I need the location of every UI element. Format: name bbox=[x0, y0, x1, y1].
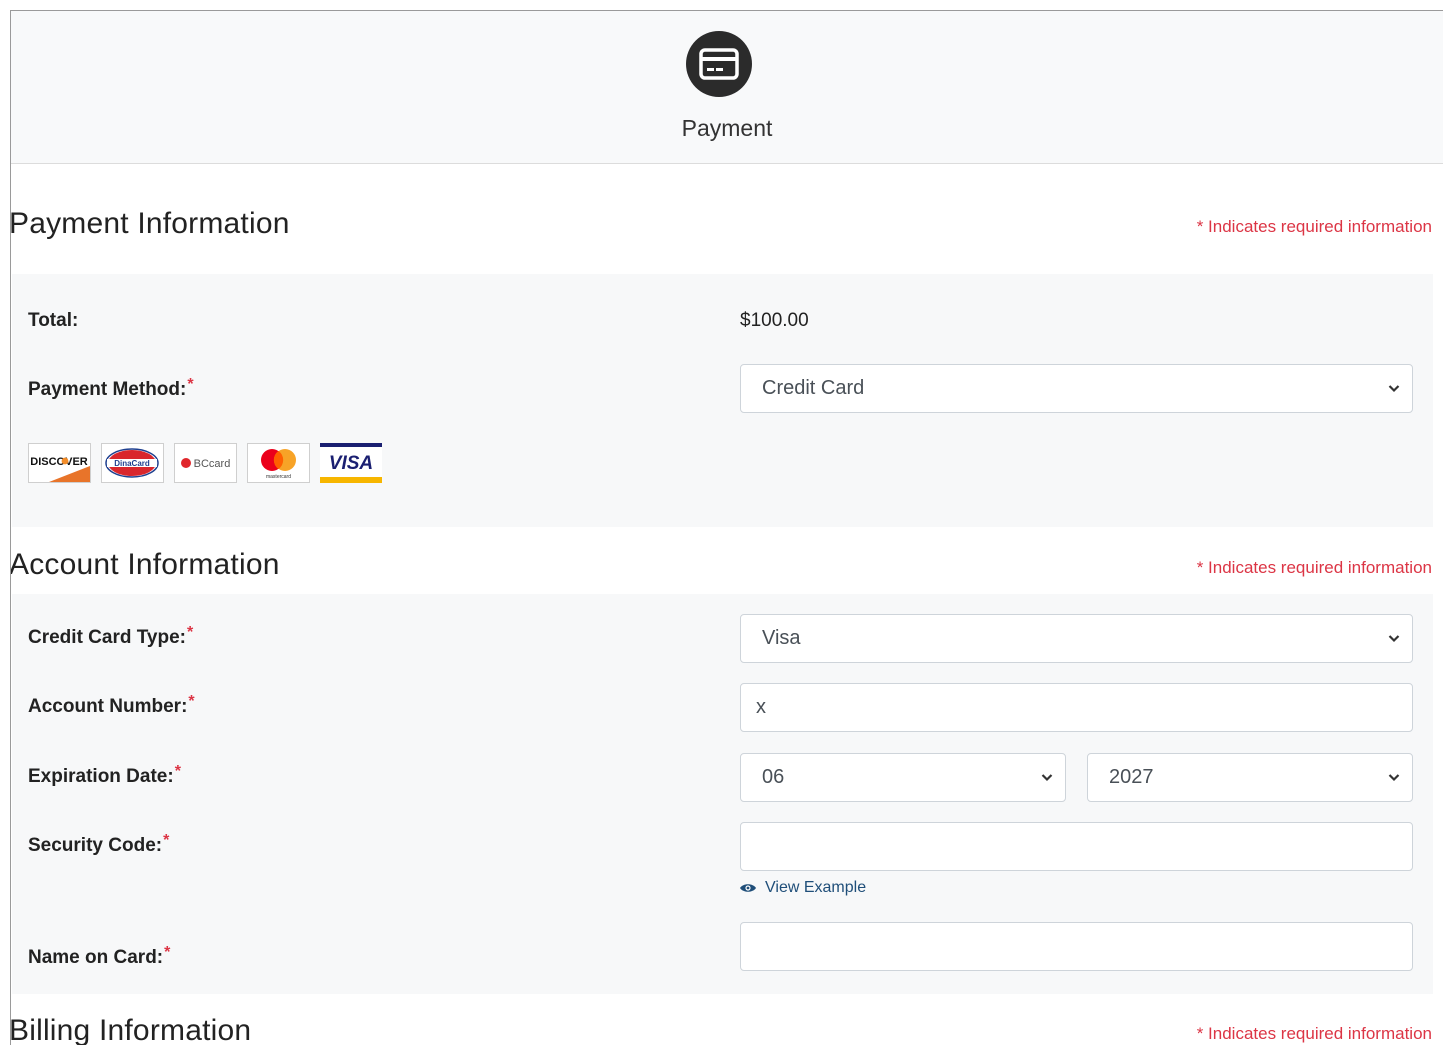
account-number-label: Account Number:* bbox=[28, 693, 195, 717]
discover-logo-icon: DISCOVER bbox=[28, 443, 91, 483]
account-number-value: x bbox=[756, 696, 766, 718]
security-code-label: Security Code:* bbox=[28, 832, 170, 856]
chevron-down-icon bbox=[1041, 774, 1053, 782]
expiration-month-value: 06 bbox=[762, 766, 785, 788]
security-code-input[interactable] bbox=[740, 822, 1413, 871]
bccard-logo-icon: BCcard bbox=[174, 443, 237, 483]
card-type-select[interactable]: Visa bbox=[740, 614, 1413, 663]
eye-icon bbox=[740, 884, 756, 892]
name-on-card-label: Name on Card:* bbox=[28, 944, 171, 968]
total-label: Total: bbox=[28, 310, 79, 331]
expiration-month-select[interactable]: 06 bbox=[740, 753, 1066, 802]
billing-info-title: Billing Information bbox=[10, 1014, 252, 1045]
svg-text:BCcard: BCcard bbox=[194, 458, 231, 470]
required-note: * Indicates required information bbox=[1196, 217, 1432, 236]
card-type-label: Credit Card Type:* bbox=[28, 624, 194, 648]
mastercard-logo-icon: mastercard bbox=[247, 443, 310, 483]
expiration-year-value: 2027 bbox=[1109, 766, 1154, 788]
chevron-down-icon bbox=[1388, 774, 1400, 782]
account-number-input[interactable]: x bbox=[740, 683, 1413, 732]
name-on-card-row: Name on Card:* bbox=[12, 906, 1433, 994]
payment-method-select[interactable]: Credit Card bbox=[740, 364, 1413, 413]
payment-method-value: Credit Card bbox=[762, 377, 865, 399]
expiration-date-label: Expiration Date:* bbox=[28, 763, 181, 787]
view-example-label: View Example bbox=[765, 879, 867, 896]
expiration-year-select[interactable]: 2027 bbox=[1087, 753, 1413, 802]
svg-text:mastercard: mastercard bbox=[266, 474, 291, 480]
required-note: * Indicates required information bbox=[1196, 1024, 1432, 1043]
svg-text:VISA: VISA bbox=[329, 453, 373, 474]
chevron-down-icon bbox=[1388, 385, 1400, 393]
payment-method-label: Payment Method:* bbox=[28, 376, 194, 400]
credit-card-icon bbox=[686, 31, 752, 97]
step-header: Payment bbox=[11, 11, 1443, 164]
dinacard-logo-icon: DinaCard bbox=[101, 443, 164, 483]
view-example-link[interactable]: View Example bbox=[739, 879, 866, 897]
payment-page: Payment Payment Information * Indicates … bbox=[10, 10, 1443, 1045]
payment-info-panel: Total: $100.00 Payment Method:* Credit C… bbox=[12, 274, 1433, 527]
svg-text:DISCOVER: DISCOVER bbox=[30, 456, 88, 468]
name-on-card-input[interactable] bbox=[740, 922, 1413, 971]
step-label: Payment bbox=[681, 115, 773, 141]
card-type-value: Visa bbox=[762, 627, 801, 649]
account-info-title: Account Information bbox=[10, 548, 280, 581]
total-value: $100.00 bbox=[740, 310, 809, 331]
chevron-down-icon bbox=[1388, 635, 1400, 643]
payment-info-title: Payment Information bbox=[10, 207, 290, 240]
visa-logo-icon: VISA bbox=[320, 443, 382, 483]
required-note: * Indicates required information bbox=[1196, 558, 1432, 577]
svg-text:DinaCard: DinaCard bbox=[114, 459, 150, 468]
